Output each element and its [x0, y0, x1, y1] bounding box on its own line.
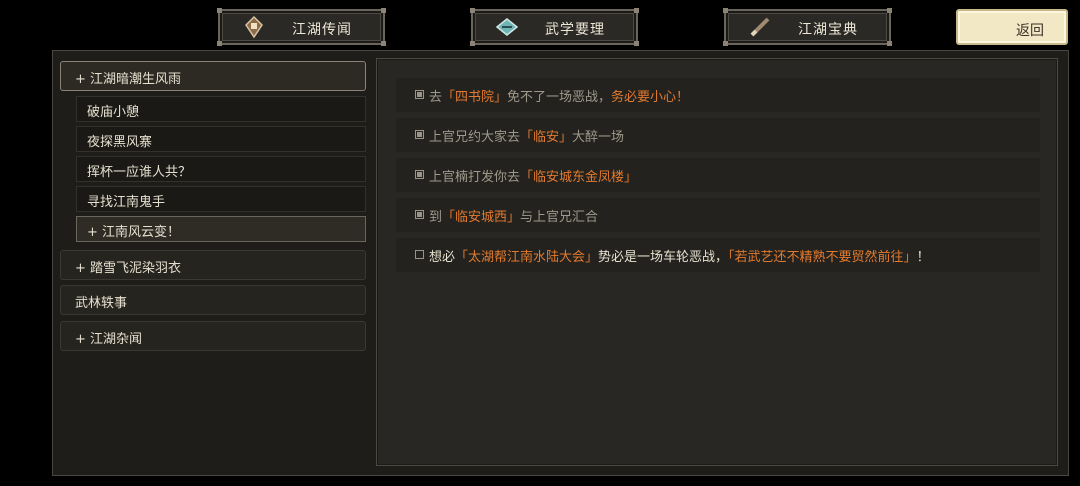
category-label: + 江湖杂闻	[75, 332, 143, 347]
brush-icon	[750, 17, 770, 37]
quest-item[interactable]: 寻找江南鬼手	[76, 186, 366, 212]
quest-step: 到「临安城西」与上官兄汇合	[396, 198, 1040, 232]
category-jianghu-misc[interactable]: + 江湖杂闻	[60, 321, 366, 351]
tab-martial-principles[interactable]: 武学要理	[470, 8, 639, 46]
quest-step-text: 上官兄约大家去「临安」大醉一场	[429, 130, 625, 145]
category-wulin-anecdotes[interactable]: 武林轶事	[60, 285, 366, 315]
frame-corner	[381, 41, 386, 46]
quest-item-label: 夜探黑风寨	[87, 135, 153, 150]
quest-item-label: + 江南风云变！	[87, 225, 181, 240]
checked-box-icon	[415, 130, 424, 139]
category-label: 武林轶事	[75, 296, 128, 311]
frame-corner	[217, 8, 222, 13]
quest-item-label: 挥杯一应谁人共？	[87, 165, 192, 180]
quest-step-current: 想必「太湖帮江南水陆大会」势必是一场车轮恶战，「若武艺还不精熟不要贸然前往」！	[396, 238, 1040, 272]
quest-step-text: 去「四书院」免不了一场恶战，务必要小心！	[429, 90, 690, 105]
tab-label: 武学要理	[545, 22, 605, 38]
quest-step: 上官兄约大家去「临安」大醉一场	[396, 118, 1040, 152]
quest-step-text: 到「临安城西」与上官兄汇合	[429, 210, 599, 225]
frame-corner	[217, 41, 222, 46]
tab-label: 江湖宝典	[798, 22, 858, 38]
frame-corner	[381, 8, 386, 13]
category-snow-feather[interactable]: + 踏雪飞泥染羽衣	[60, 250, 366, 280]
tab-jianghu-rumors[interactable]: 江湖传闻	[217, 8, 386, 46]
frame-corner	[887, 8, 892, 13]
unchecked-box-icon	[415, 250, 424, 259]
frame-corner	[634, 41, 639, 46]
frame-corner	[470, 8, 475, 13]
checked-box-icon	[415, 170, 424, 179]
quest-item-selected[interactable]: + 江南风云变！	[76, 216, 366, 242]
tab-label: 江湖传闻	[292, 22, 352, 38]
checked-box-icon	[415, 90, 424, 99]
quest-item-label: 寻找江南鬼手	[87, 195, 166, 210]
tab-jianghu-codex[interactable]: 江湖宝典	[723, 8, 892, 46]
checked-box-icon	[415, 210, 424, 219]
back-button-label: 返回	[1016, 23, 1044, 39]
quest-step-text: 想必「太湖帮江南水陆大会」势必是一场车轮恶战，「若武艺还不精熟不要贸然前往」！	[429, 250, 930, 265]
category-label: + 江湖暗潮生风雨	[75, 72, 182, 87]
quest-item[interactable]: 破庙小憩	[76, 96, 366, 122]
frame-corner	[723, 41, 728, 46]
scroll-icon	[245, 15, 263, 39]
quest-step-text: 上官楠打发你去「临安城东金凤楼」	[429, 170, 638, 185]
back-button[interactable]: 返回	[956, 9, 1068, 45]
quest-step: 上官楠打发你去「临安城东金凤楼」	[396, 158, 1040, 192]
quest-item[interactable]: 夜探黑风寨	[76, 126, 366, 152]
frame-corner	[887, 41, 892, 46]
quest-item-label: 破庙小憩	[87, 105, 140, 120]
category-jianghu-undercurrent[interactable]: + 江湖暗潮生风雨	[60, 61, 366, 91]
frame-corner	[634, 8, 639, 13]
quest-item[interactable]: 挥杯一应谁人共？	[76, 156, 366, 182]
manual-icon	[495, 18, 519, 36]
quest-step: 去「四书院」免不了一场恶战，务必要小心！	[396, 78, 1040, 112]
frame-corner	[470, 41, 475, 46]
frame-corner	[723, 8, 728, 13]
category-label: + 踏雪飞泥染羽衣	[75, 261, 182, 276]
